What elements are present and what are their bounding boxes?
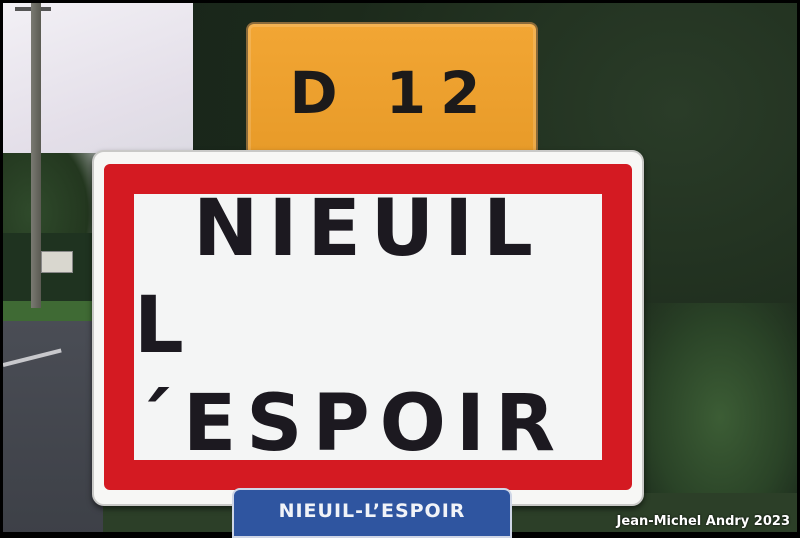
photo-frame: D 12 NIEUIL L´ESPOIR NIEUIL-L’ESPOIR Jea… [0, 0, 800, 538]
name-plate-text: NIEUIL-L’ESPOIR [278, 500, 466, 522]
town-name-plate: NIEUIL-L’ESPOIR [232, 488, 512, 538]
town-sign-red-border: NIEUIL L´ESPOIR [104, 164, 632, 490]
town-sign-text: NIEUIL L´ESPOIR [134, 184, 602, 469]
route-number: D 12 [289, 59, 495, 127]
town-entry-sign: NIEUIL L´ESPOIR [92, 150, 644, 506]
photo-credit: Jean-Michel Andry 2023 [616, 514, 790, 529]
utility-pole [31, 3, 41, 308]
town-name-line1: NIEUIL [193, 183, 543, 274]
town-name-line2: L´ESPOIR [134, 281, 566, 469]
route-sign: D 12 [246, 22, 538, 164]
small-roadside-sign [41, 251, 73, 273]
